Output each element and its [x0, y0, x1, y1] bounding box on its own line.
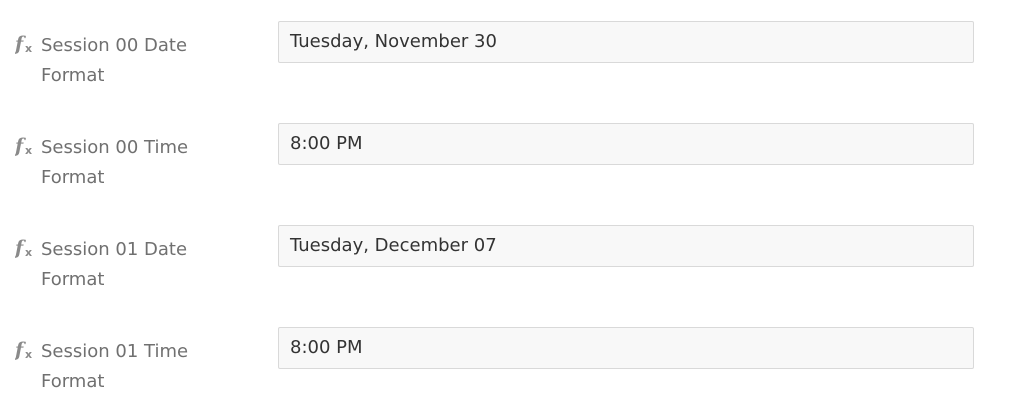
field-label-line1: Session 00 Date: [41, 35, 188, 56]
field-label: Session 00 Date Format: [15, 31, 215, 91]
session-00-date-format-field[interactable]: Tuesday, November 30: [278, 21, 974, 63]
field-row-session-01-time-format: f x Session 01 Time Format 8:00 PM: [0, 327, 1018, 417]
session-00-time-format-field[interactable]: 8:00 PM: [278, 123, 974, 165]
field-label: Session 01 Time Format: [15, 337, 215, 397]
field-label-line2: Format: [41, 167, 105, 188]
field-label: Session 01 Date Format: [15, 235, 215, 295]
field-label-line1: Session 00 Time: [41, 137, 189, 158]
field-label-line1: Session 01 Time: [41, 341, 189, 362]
session-01-time-format-field[interactable]: 8:00 PM: [278, 327, 974, 369]
field-label-line2: Format: [41, 269, 105, 290]
field-label: Session 00 Time Format: [15, 133, 215, 193]
session-01-date-format-field[interactable]: Tuesday, December 07: [278, 225, 974, 267]
field-label-line1: Session 01 Date: [41, 239, 188, 260]
field-row-session-00-time-format: f x Session 00 Time Format 8:00 PM: [0, 123, 1018, 213]
field-row-session-01-date-format: f x Session 01 Date Format Tuesday, Dece…: [0, 225, 1018, 315]
field-label-line2: Format: [41, 371, 105, 392]
field-row-session-00-date-format: f x Session 00 Date Format Tuesday, Nove…: [0, 21, 1018, 111]
field-label-line2: Format: [41, 65, 105, 86]
